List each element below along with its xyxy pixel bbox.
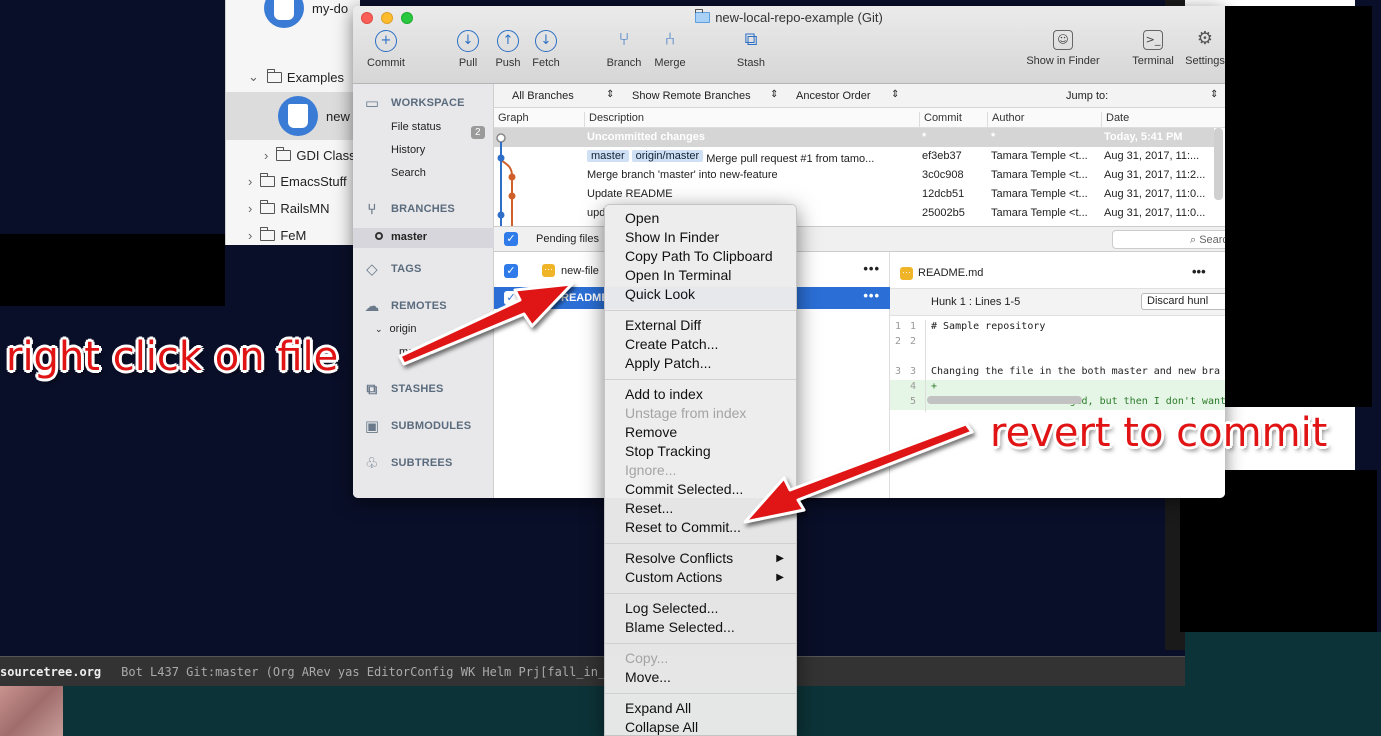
annotation-right-click: right click on file bbox=[6, 334, 339, 380]
arrow-to-file bbox=[398, 282, 574, 366]
annotation-revert: revert to commit bbox=[990, 410, 1328, 456]
arrow-to-reset-to-commit bbox=[743, 422, 974, 524]
